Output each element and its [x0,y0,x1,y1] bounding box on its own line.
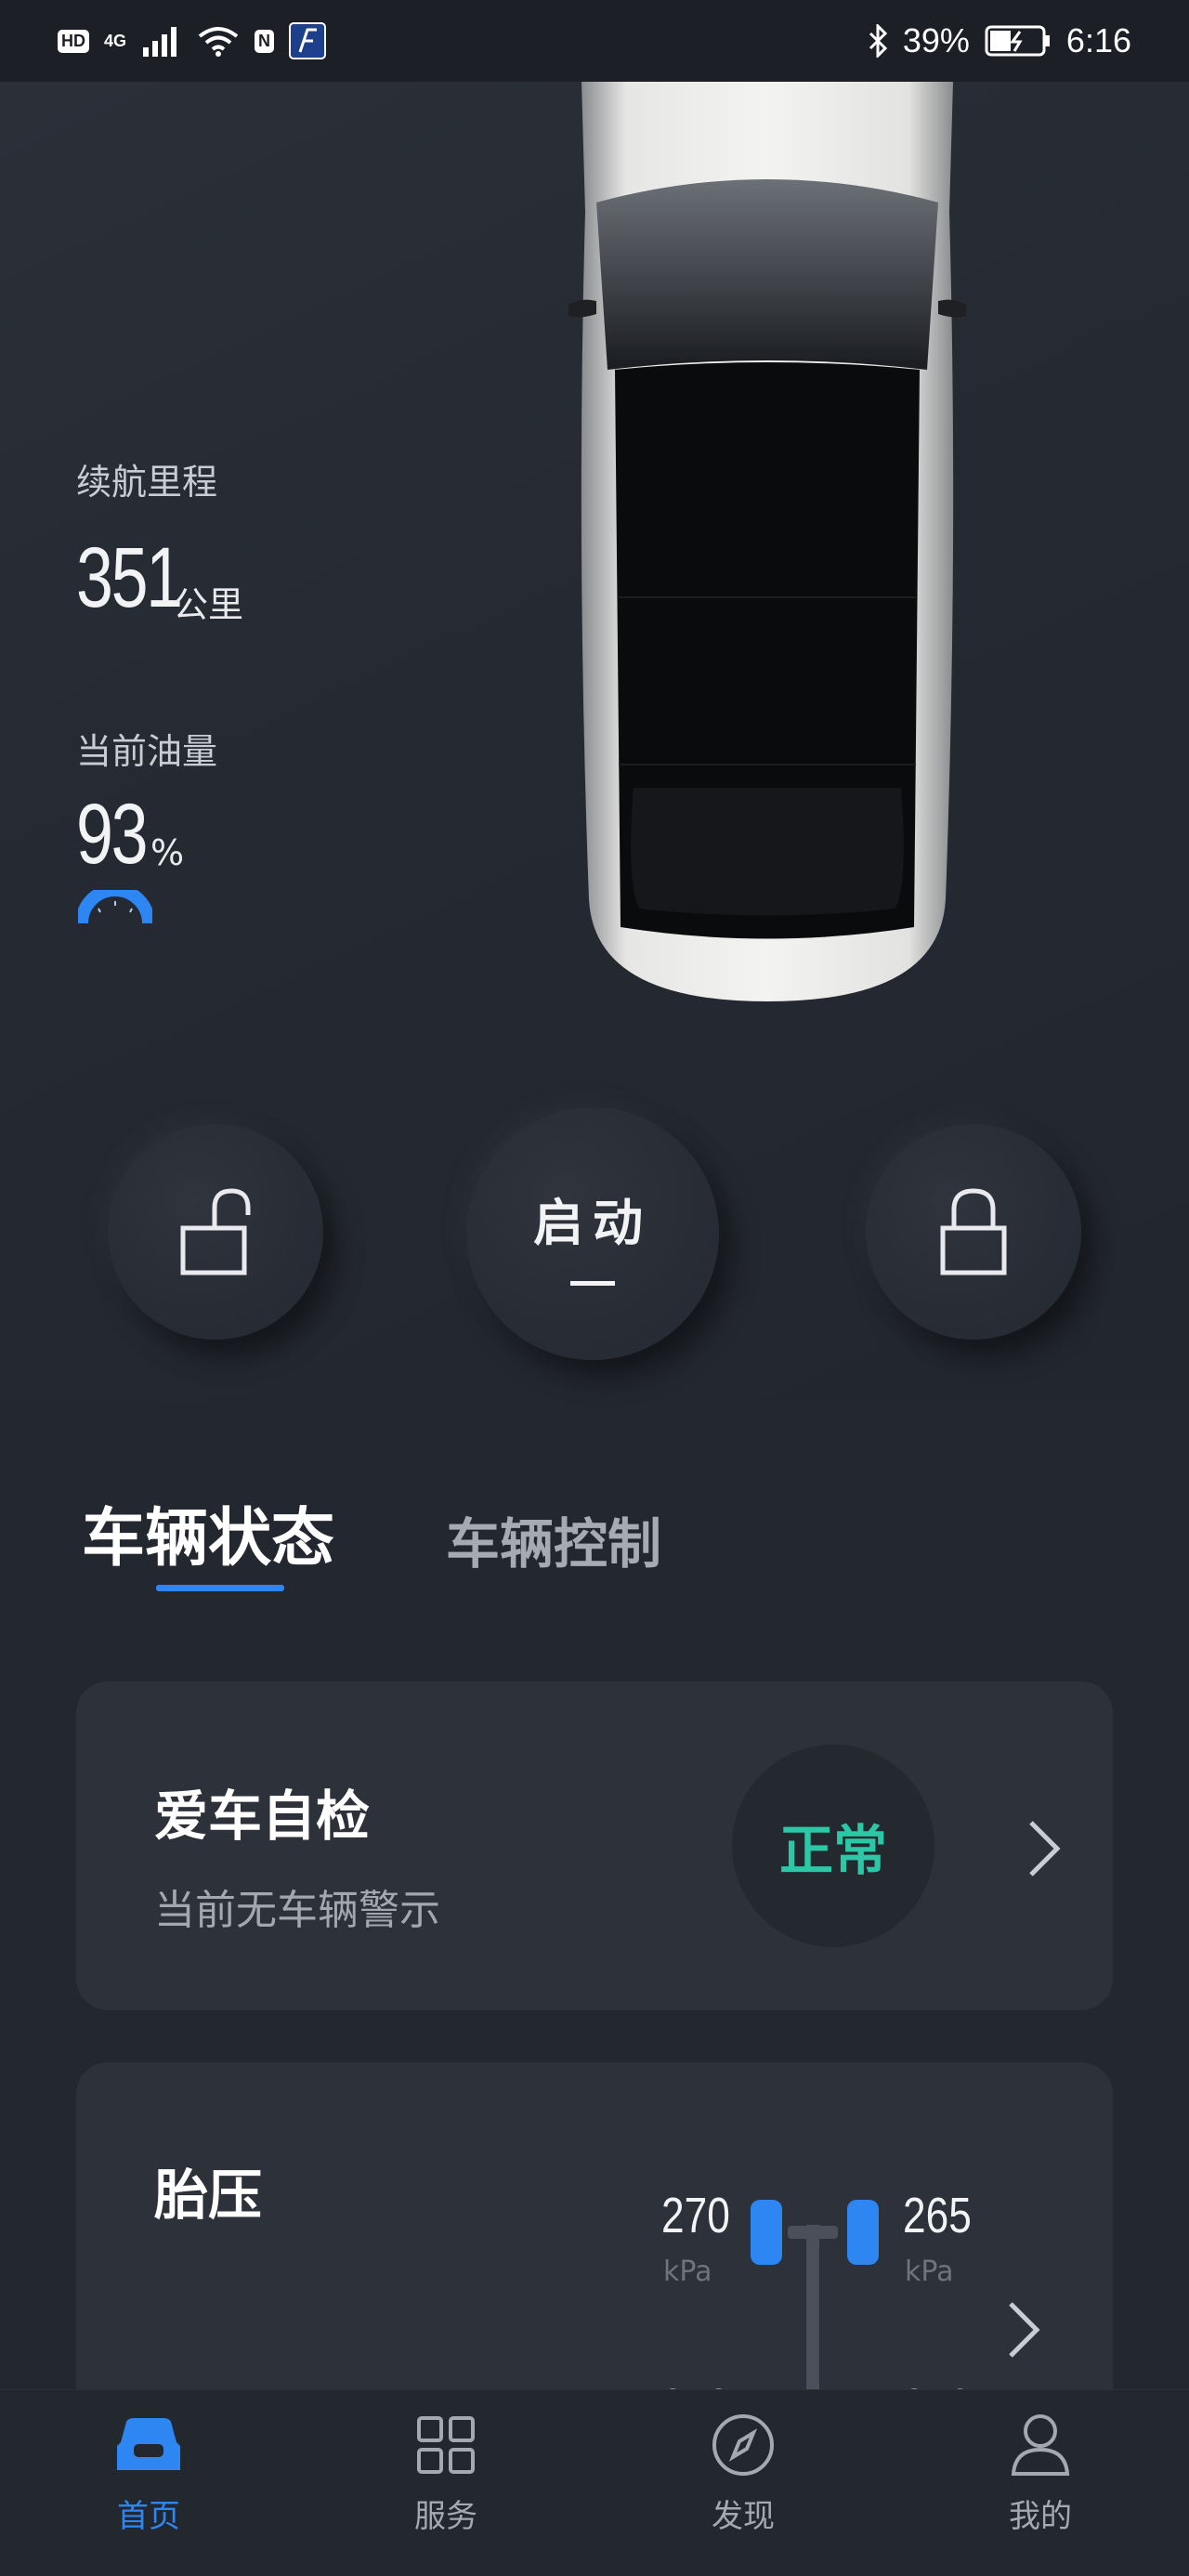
bluetooth-icon [869,24,887,58]
signal-icon [143,27,177,57]
network-type: 4G [104,31,127,50]
battery-percent: 39% [902,21,970,59]
tire-front-left-value: 270 [661,2188,730,2243]
profile-icon [1004,2409,1077,2481]
bottom-navigation: 首页 服务 发现 我的 [0,2389,1189,2576]
tab-active-indicator [156,1585,284,1591]
range-label: 续航里程 [76,462,218,503]
tab-vehicle-status[interactable]: 车辆状态 [82,1486,334,1578]
status-left: HD 4G N [58,22,327,59]
lock-icon [940,1188,1007,1275]
tire-front-left-unit: kPa [663,2256,712,2288]
nav-discover[interactable]: 发现 [669,2409,817,2536]
fuel-gauge-icon [78,890,152,924]
unlock-button[interactable] [108,1124,323,1340]
self-check-card[interactable]: 爱车自检 当前无车辆警示 正常 [76,1681,1113,2010]
hd-badge: HD [58,29,89,53]
nav-discover-label: 发现 [712,2498,775,2535]
tire-front-left-indicator [751,2200,782,2265]
chevron-right-icon [1009,2302,1040,2358]
ford-app-icon [289,22,327,59]
nfc-icon: N [255,29,275,53]
nav-profile-label: 我的 [1009,2498,1072,2535]
tire-pressure-title: 胎压 [154,2164,263,2227]
nav-services[interactable]: 服务 [372,2409,520,2536]
nav-home[interactable]: 首页 [74,2409,223,2536]
range-value: 351 [76,530,183,625]
axle-center [806,2225,819,2411]
unlock-icon [180,1188,251,1275]
lock-button[interactable] [866,1124,1081,1340]
self-check-status-badge: 正常 [732,1745,934,1947]
tire-front-right-value: 265 [903,2188,972,2243]
chevron-right-icon [1029,1821,1061,1876]
range-unit: 公里 [173,584,244,625]
start-button[interactable]: 启动 [466,1107,719,1360]
self-check-title: 爱车自检 [154,1785,371,1848]
car-icon [112,2409,185,2481]
self-check-subtitle: 当前无车辆警示 [154,1887,440,1934]
nav-profile[interactable]: 我的 [966,2409,1115,2536]
nav-home-label: 首页 [117,2498,180,2535]
fuel-unit: % [150,832,185,873]
fuel-value: 93 [76,787,148,882]
start-label: 启动 [533,1194,652,1252]
car-top-view [568,82,966,1001]
clock: 6:16 [1065,21,1131,59]
tire-front-right-indicator [847,2200,879,2265]
status-bar: HD 4G N 39% 6:16 [0,0,1189,82]
status-right: 39% 6:16 [868,21,1131,60]
start-indicator [570,1281,615,1286]
grid-icon [410,2409,482,2481]
wifi-icon [198,27,239,57]
tab-vehicle-control[interactable]: 车辆控制 [446,1500,661,1578]
tire-front-right-unit: kPa [905,2256,954,2288]
compass-icon [707,2409,779,2481]
fuel-label: 当前油量 [76,731,218,772]
nav-services-label: 服务 [414,2498,477,2535]
battery-icon [985,25,1050,57]
